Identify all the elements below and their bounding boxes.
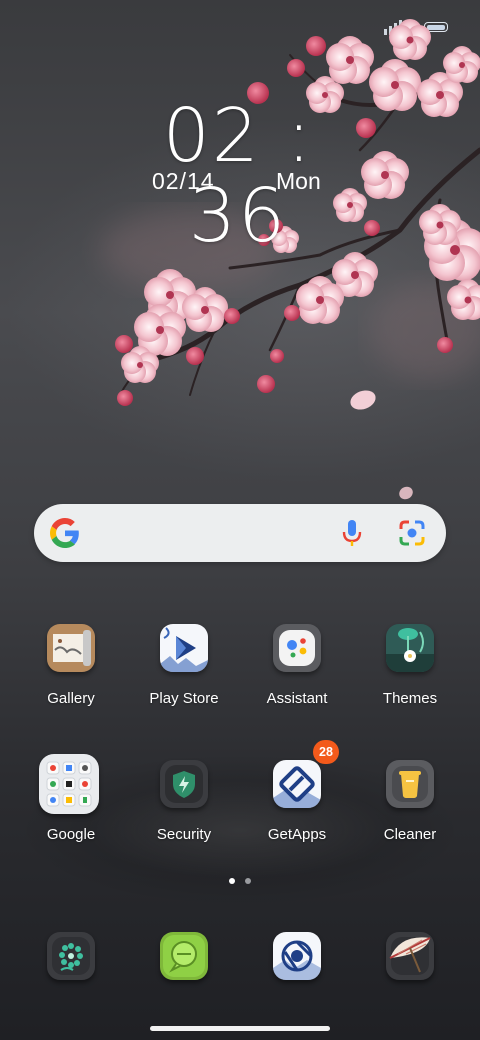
camera-umbrella-icon[interactable] bbox=[386, 932, 434, 980]
app-label: Security bbox=[156, 826, 212, 843]
google-search-bar[interactable] bbox=[34, 504, 446, 562]
page-indicator-active[interactable] bbox=[229, 878, 235, 884]
signal-icon bbox=[384, 20, 419, 35]
notification-badge: 28 bbox=[313, 740, 339, 764]
app-label: Themes bbox=[382, 690, 438, 707]
app-label: GetApps bbox=[267, 826, 327, 843]
play-store-icon bbox=[160, 624, 208, 672]
app-cleaner[interactable]: Cleaner bbox=[354, 760, 466, 872]
app-google-folder[interactable]: Google bbox=[15, 754, 127, 872]
clock-weekday: Mon bbox=[276, 168, 321, 194]
app-assistant[interactable]: Assistant bbox=[241, 624, 353, 736]
microphone-icon[interactable] bbox=[340, 518, 364, 548]
cleaner-icon bbox=[386, 760, 434, 808]
battery-icon bbox=[424, 22, 448, 32]
app-themes[interactable]: Themes bbox=[354, 624, 466, 736]
app-getapps[interactable]: 28 GetApps bbox=[241, 740, 353, 872]
app-label: Play Store bbox=[149, 690, 219, 707]
page-indicator[interactable] bbox=[245, 878, 251, 884]
clock-date: 02/14 bbox=[152, 168, 215, 194]
phone-dialer-icon[interactable] bbox=[47, 932, 95, 980]
falling-petal bbox=[399, 486, 413, 500]
shield-icon bbox=[160, 760, 208, 808]
browser-icon[interactable] bbox=[273, 932, 321, 980]
app-label: Assistant bbox=[266, 690, 328, 707]
app-play-store[interactable]: Play Store bbox=[128, 624, 240, 736]
home-gesture-bar[interactable] bbox=[150, 1026, 330, 1031]
themes-icon bbox=[386, 624, 434, 672]
google-lens-icon[interactable] bbox=[398, 519, 426, 547]
app-label: Gallery bbox=[47, 690, 95, 707]
google-g-icon bbox=[50, 518, 79, 548]
app-label: Google bbox=[46, 826, 96, 843]
google-folder-icon bbox=[39, 754, 99, 814]
assistant-icon bbox=[273, 624, 321, 672]
app-gallery[interactable]: Gallery bbox=[15, 624, 127, 736]
messages-icon[interactable] bbox=[160, 932, 208, 980]
app-security[interactable]: Security bbox=[128, 760, 240, 872]
app-label: Cleaner bbox=[383, 826, 437, 843]
getapps-icon bbox=[273, 760, 321, 808]
gallery-icon bbox=[47, 624, 95, 672]
